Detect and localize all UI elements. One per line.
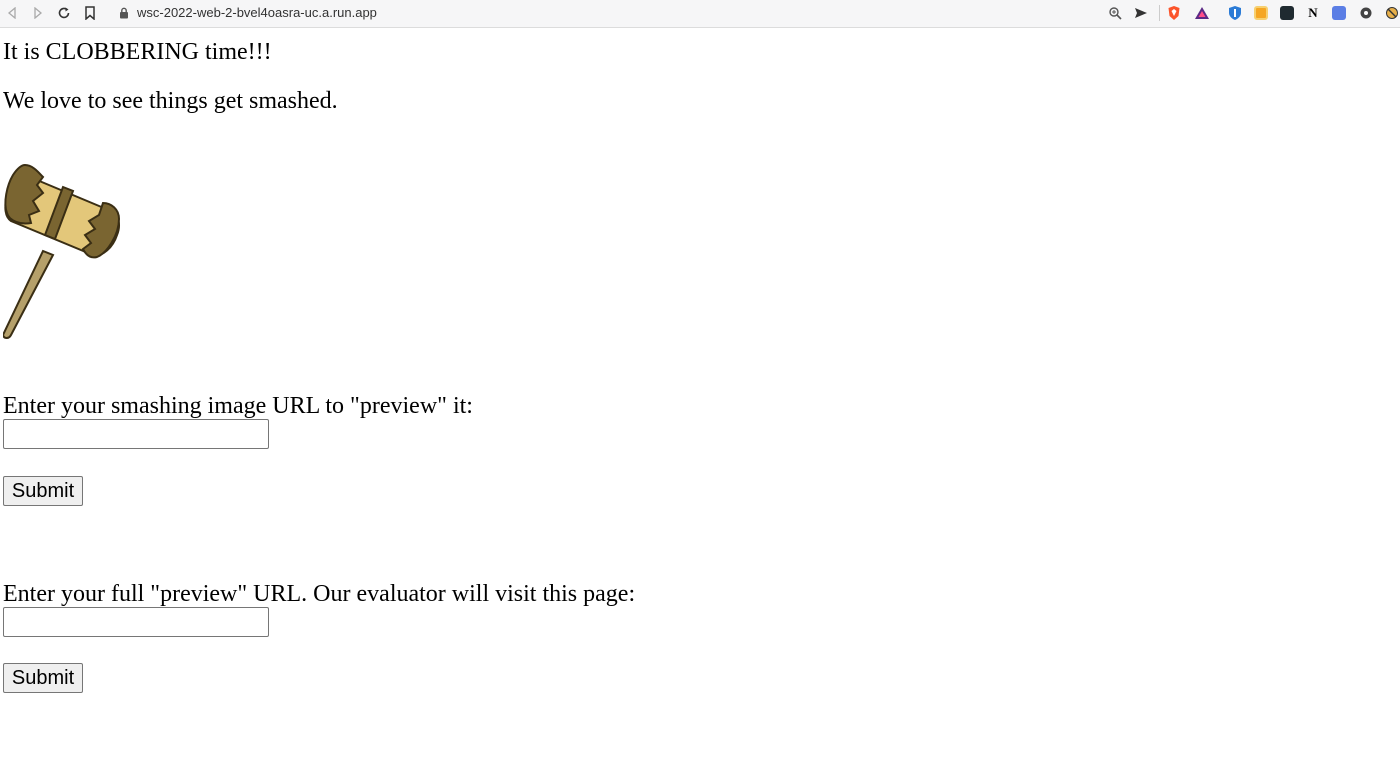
address-bar-url[interactable]: wsc-2022-web-2-bvel4oasra-uc.a.run.app — [137, 5, 377, 21]
back-icon[interactable] — [4, 5, 20, 21]
page-heading: It is CLOBBERING time!!! — [3, 39, 272, 65]
preview-url-label: Enter your smashing image URL to "previe… — [3, 393, 473, 419]
reload-icon[interactable] — [56, 5, 72, 21]
brave-shield-icon[interactable] — [1166, 5, 1182, 21]
send-icon[interactable] — [1133, 5, 1149, 21]
page-tagline: We love to see things get smashed. — [3, 88, 338, 114]
toolbar-separator — [1159, 5, 1160, 21]
browser-toolbar: wsc-2022-web-2-bvel4oasra-uc.a.run.app N — [0, 0, 1400, 28]
block-extension-icon[interactable] — [1384, 5, 1400, 21]
report-submit-button[interactable]: Submit — [3, 663, 83, 693]
notion-extension-icon[interactable]: N — [1305, 5, 1321, 21]
translate-extension-icon[interactable] — [1332, 6, 1346, 20]
rewards-triangle-icon[interactable] — [1194, 5, 1210, 21]
bookmark-icon[interactable] — [82, 5, 98, 21]
orange-extension-icon[interactable] — [1254, 6, 1268, 20]
gear-extension-icon[interactable] — [1358, 5, 1374, 21]
report-url-input[interactable] — [3, 607, 269, 637]
mallet-icon — [1, 163, 121, 346]
shield-extension-icon[interactable] — [1227, 5, 1243, 21]
dark-extension-icon[interactable] — [1280, 6, 1294, 20]
lock-icon[interactable] — [116, 5, 132, 21]
zoom-icon[interactable] — [1107, 5, 1123, 21]
preview-submit-button[interactable]: Submit — [3, 476, 83, 506]
forward-icon[interactable] — [30, 5, 46, 21]
report-url-label: Enter your full "preview" URL. Our evalu… — [3, 581, 636, 607]
preview-url-input[interactable] — [3, 419, 269, 449]
